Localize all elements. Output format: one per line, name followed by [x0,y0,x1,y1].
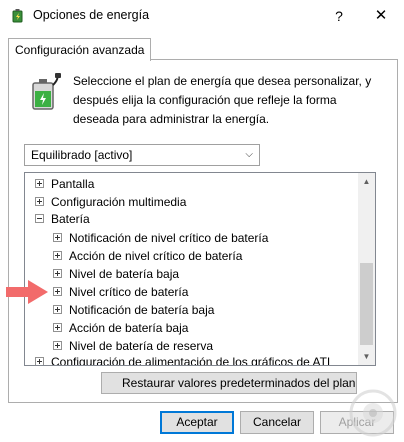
expand-plus-icon[interactable] [35,179,44,189]
collapse-minus-icon[interactable] [35,214,44,224]
expand-plus-icon[interactable] [53,305,62,315]
tree-item-label: Notificación de nivel crítico de batería [69,231,269,245]
tree-item-label: Pantalla [51,177,95,191]
tree-item-label: Acción de nivel crítico de batería [69,249,243,263]
help-button[interactable]: ? [326,4,352,28]
advanced-settings-tree[interactable]: Pantalla Configuración multimedia Baterí… [24,172,376,366]
cancel-button[interactable]: Cancelar [240,411,314,434]
tree-item-label: Configuración de alimentación de los grá… [51,355,331,366]
watermark-logo-icon [349,389,397,437]
tree-item-ati-graphics[interactable]: Configuración de alimentación de los grá… [35,353,331,366]
tree-item-low-action[interactable]: Acción de batería baja [53,319,188,337]
window-title: Opciones de energía [33,8,150,22]
tree-item-label: Notificación de batería baja [69,303,215,317]
tree-item-low-level[interactable]: Nivel de batería baja [53,265,179,283]
chevron-down-icon: ⌵ [245,149,253,160]
tree-item-bateria[interactable]: Batería [35,210,90,228]
tree-item-multimedia[interactable]: Configuración multimedia [35,193,186,211]
tree-item-low-notification[interactable]: Notificación de batería baja [53,301,214,319]
power-plan-selected: Equilibrado [activo] [31,148,133,162]
tree-scrollbar[interactable]: ▲ ▼ [358,173,375,365]
plan-description: Seleccione el plan de energía que desea … [73,74,372,126]
tree-item-critical-level[interactable]: Nivel crítico de batería [53,283,188,301]
accept-button[interactable]: Aceptar [160,411,234,434]
scroll-up-icon[interactable]: ▲ [358,173,375,190]
tree-item-label: Nivel de batería baja [69,267,180,281]
expand-plus-icon[interactable] [53,251,62,261]
expand-plus-icon[interactable] [35,357,44,365]
close-button[interactable]: ✕ [366,4,396,28]
scrollbar-thumb[interactable] [360,263,373,345]
expand-plus-icon[interactable] [53,233,62,243]
expand-plus-icon[interactable] [35,197,44,207]
tree-item-label: Nivel crítico de batería [69,285,189,299]
expand-plus-icon[interactable] [53,323,62,333]
battery-power-icon [32,73,61,110]
scroll-down-icon[interactable]: ▼ [358,348,375,365]
title-bar: Opciones de energía ? ✕ [0,0,404,32]
power-options-icon [12,9,23,23]
expand-plus-icon[interactable] [53,287,62,297]
tree-item-critical-notification[interactable]: Notificación de nivel crítico de batería [53,229,268,247]
tree-item-pantalla[interactable]: Pantalla [35,175,94,193]
expand-plus-icon[interactable] [53,269,62,279]
power-plan-dropdown[interactable]: Equilibrado [activo] ⌵ [24,144,260,166]
tree-item-label: Batería [51,212,90,226]
tree-item-label: Configuración multimedia [51,195,187,209]
expand-plus-icon[interactable] [53,341,62,351]
tab-advanced-settings[interactable]: Configuración avanzada [8,38,152,61]
restore-defaults-button[interactable]: Restaurar valores predeterminados del pl… [101,372,357,394]
annotation-arrow-icon [6,280,48,304]
tree-item-label: Acción de batería baja [69,321,189,335]
tree-item-critical-action[interactable]: Acción de nivel crítico de batería [53,247,242,265]
tree-item-label: Nivel de batería de reserva [69,339,214,353]
